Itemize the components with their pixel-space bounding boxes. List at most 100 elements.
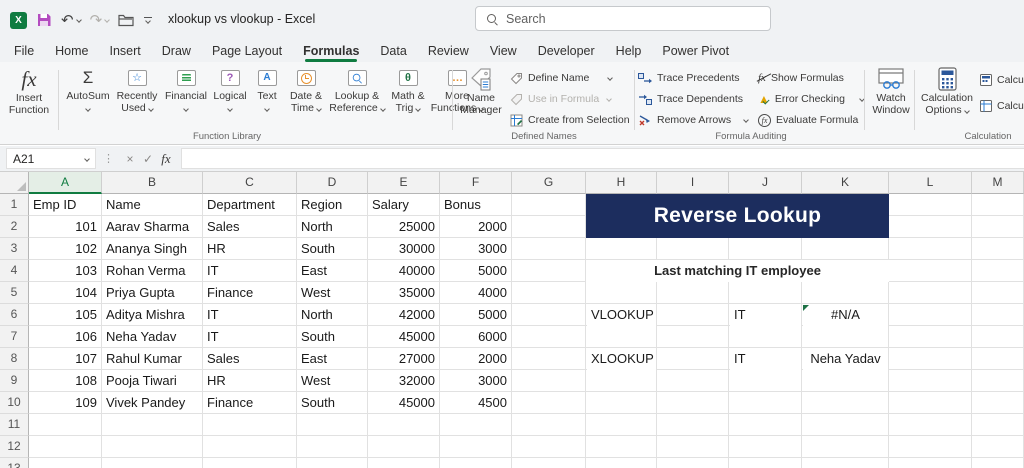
evaluate-formula-button[interactable]: fx Evaluate Formula	[758, 110, 864, 130]
column-header-G[interactable]: G	[512, 172, 586, 194]
cell-H5[interactable]	[586, 282, 657, 304]
open-file-button[interactable]	[118, 14, 135, 27]
cell-E1[interactable]: Salary	[368, 194, 440, 216]
cell-B4[interactable]: Rohan Verma	[102, 260, 203, 282]
tab-home[interactable]: Home	[55, 44, 88, 58]
cell-G11[interactable]	[512, 414, 586, 436]
insert-function-button[interactable]: fx Insert Function	[2, 66, 56, 117]
cell-I10[interactable]	[657, 392, 729, 414]
cell-C11[interactable]	[203, 414, 297, 436]
cell-B8[interactable]: Rahul Kumar	[102, 348, 203, 370]
cell-E12[interactable]	[368, 436, 440, 458]
cell-M5[interactable]	[972, 282, 1024, 304]
math-trig-dropdown-icon[interactable]	[415, 106, 422, 112]
column-header-J[interactable]: J	[729, 172, 802, 194]
cell-G2[interactable]	[512, 216, 586, 238]
cell-J10[interactable]	[729, 392, 802, 414]
cell-K10[interactable]	[802, 392, 889, 414]
cell-I7[interactable]	[657, 326, 729, 348]
cell-B6[interactable]: Aditya Mishra	[102, 304, 203, 326]
column-header-B[interactable]: B	[102, 172, 203, 194]
cell-M12[interactable]	[972, 436, 1024, 458]
cell-L4[interactable]	[889, 260, 972, 282]
cell-J12[interactable]	[729, 436, 802, 458]
math-trig-button[interactable]: θ Math & Trig	[386, 66, 430, 114]
cell-F7[interactable]: 6000	[440, 326, 512, 348]
cell-L6[interactable]	[889, 304, 972, 326]
cell-M2[interactable]	[972, 216, 1024, 238]
tab-file[interactable]: File	[14, 44, 34, 58]
name-manager-button[interactable]: Name Manager	[456, 66, 506, 116]
column-header-L[interactable]: L	[889, 172, 972, 194]
row-header-3[interactable]: 3	[0, 238, 29, 260]
cell-J5[interactable]	[729, 282, 802, 304]
cell-G7[interactable]	[512, 326, 586, 348]
tab-review[interactable]: Review	[428, 44, 469, 58]
name-box[interactable]: A21	[6, 148, 96, 169]
cell-H8-xlookup-label[interactable]: XLOOKUP	[587, 348, 656, 370]
cell-G3[interactable]	[512, 238, 586, 260]
cell-C7[interactable]: IT	[203, 326, 297, 348]
cell-E10[interactable]: 45000	[368, 392, 440, 414]
cell-D1[interactable]: Region	[297, 194, 368, 216]
tab-formulas[interactable]: Formulas	[303, 44, 359, 62]
cell-E7[interactable]: 45000	[368, 326, 440, 348]
cell-A2[interactable]: 101	[29, 216, 102, 238]
cell-A4[interactable]: 103	[29, 260, 102, 282]
cell-L13[interactable]	[889, 458, 972, 468]
column-header-C[interactable]: C	[203, 172, 297, 194]
cell-I12[interactable]	[657, 436, 729, 458]
cell-B10[interactable]: Vivek Pandey	[102, 392, 203, 414]
cell-I6[interactable]	[657, 304, 729, 326]
cell-E2[interactable]: 25000	[368, 216, 440, 238]
cell-A7[interactable]: 106	[29, 326, 102, 348]
cell-D13[interactable]	[297, 458, 368, 468]
cell-L7[interactable]	[889, 326, 972, 348]
select-all-corner[interactable]	[0, 172, 29, 194]
cell-C2[interactable]: Sales	[203, 216, 297, 238]
undo-dropdown-icon[interactable]	[75, 17, 82, 23]
cell-M10[interactable]	[972, 392, 1024, 414]
cell-H11[interactable]	[586, 414, 657, 436]
cell-E8[interactable]: 27000	[368, 348, 440, 370]
cell-I9[interactable]	[657, 370, 729, 392]
show-formulas-button[interactable]: fx Show Formulas	[758, 68, 864, 88]
cell-A5[interactable]: 104	[29, 282, 102, 304]
cell-B1[interactable]: Name	[102, 194, 203, 216]
cell-L11[interactable]	[889, 414, 972, 436]
cell-C8[interactable]: Sales	[203, 348, 297, 370]
cell-H3[interactable]	[586, 238, 657, 260]
row-header-5[interactable]: 5	[0, 282, 29, 304]
row-header-1[interactable]: 1	[0, 194, 29, 216]
trace-precedents-button[interactable]: Trace Precedents	[638, 68, 748, 88]
cell-A3[interactable]: 102	[29, 238, 102, 260]
cell-F4[interactable]: 5000	[440, 260, 512, 282]
save-icon[interactable]	[36, 12, 52, 28]
cell-M1[interactable]	[972, 194, 1024, 216]
cell-L1[interactable]	[889, 194, 972, 216]
cell-J11[interactable]	[729, 414, 802, 436]
row-header-7[interactable]: 7	[0, 326, 29, 348]
undo-button[interactable]: ↶	[61, 13, 82, 28]
tab-data[interactable]: Data	[380, 44, 406, 58]
customize-quick-access-icon[interactable]	[144, 16, 153, 25]
financial-dropdown-icon[interactable]	[183, 106, 189, 112]
cell-H12[interactable]	[586, 436, 657, 458]
row-header-12[interactable]: 12	[0, 436, 29, 458]
cell-A13[interactable]	[29, 458, 102, 468]
cell-B11[interactable]	[102, 414, 203, 436]
cell-H13[interactable]	[586, 458, 657, 468]
cell-D3[interactable]: South	[297, 238, 368, 260]
cell-M4[interactable]	[972, 260, 1024, 282]
cell-C5[interactable]: Finance	[203, 282, 297, 304]
cell-M11[interactable]	[972, 414, 1024, 436]
cell-A9[interactable]: 108	[29, 370, 102, 392]
cell-M9[interactable]	[972, 370, 1024, 392]
cell-K11[interactable]	[802, 414, 889, 436]
calculation-options-button[interactable]: Calculation Options	[918, 66, 976, 116]
cell-B13[interactable]	[102, 458, 203, 468]
cell-F3[interactable]: 3000	[440, 238, 512, 260]
cell-B7[interactable]: Neha Yadav	[102, 326, 203, 348]
cell-K3[interactable]	[802, 238, 889, 260]
cell-K6-vlookup-result[interactable]: #N/A	[803, 304, 888, 326]
